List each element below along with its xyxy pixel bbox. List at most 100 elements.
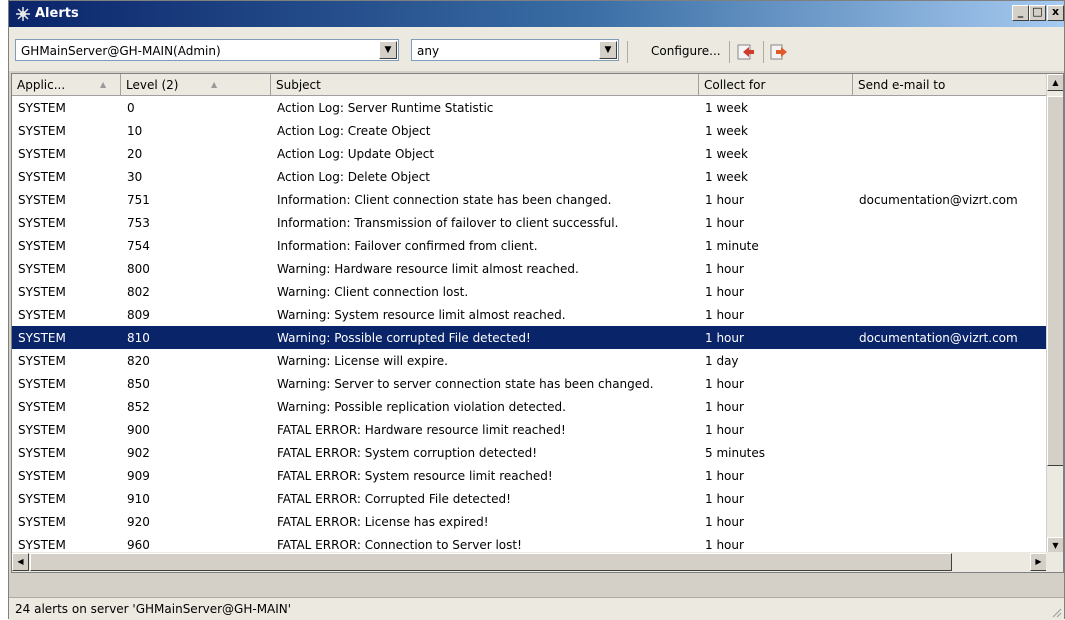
configure-button[interactable]: Configure...	[651, 44, 721, 58]
maximize-button[interactable]: □	[1029, 5, 1046, 21]
cell-send-email	[853, 349, 1047, 372]
table-row[interactable]: SYSTEM 900 FATAL ERROR: Hardware resource …	[12, 418, 1047, 441]
cell-subject: Warning: Possible corrupted File detecte…	[277, 331, 531, 345]
cell-send-email	[853, 234, 1047, 257]
status-bar: 24 alerts on server 'GHMainServer@GH-MAI…	[9, 597, 1064, 620]
cell-send-email	[853, 119, 1047, 142]
disconnect-icon[interactable]	[769, 42, 789, 62]
cell-collect-for: 1 hour	[705, 423, 744, 437]
cell-level: 20	[127, 147, 143, 161]
scroll-right-icon[interactable]: ▶	[1030, 553, 1047, 571]
cell-collect-for: 1 hour	[705, 331, 744, 345]
scroll-left-icon[interactable]: ◀	[12, 553, 29, 571]
scroll-up-icon[interactable]: ▲	[1047, 74, 1063, 91]
cell-collect-for: 1 week	[705, 170, 748, 184]
table-row[interactable]: SYSTEM 810 Warning: Possible corrupted Fil…	[12, 326, 1047, 349]
close-button[interactable]: x	[1047, 5, 1064, 21]
cell-send-email	[853, 280, 1047, 303]
toolbar: GHMainServer@GH-MAIN(Admin) ▼ any ▼ Conf…	[9, 27, 1064, 71]
table-row[interactable]: SYSTEM 920 FATAL ERROR: License has expire…	[12, 510, 1047, 533]
cell-subject: Warning: Server to server connection sta…	[277, 377, 654, 391]
cell-application: SYSTEM	[18, 469, 66, 483]
cell-send-email	[853, 510, 1047, 533]
table-row[interactable]: SYSTEM 10 Action Log: Create Object 1 week	[12, 119, 1047, 142]
alerts-window: Alerts _ □ x GHMainServer@GH-MAIN(Admin)…	[8, 0, 1065, 620]
table-row[interactable]: SYSTEM 852 Warning: Possible replication v…	[12, 395, 1047, 418]
toolbar-separator	[729, 41, 730, 63]
cell-collect-for: 1 hour	[705, 262, 744, 276]
cell-send-email	[853, 441, 1047, 464]
table-row[interactable]: SYSTEM 753 Information: Transmission of fa…	[12, 211, 1047, 234]
horizontal-scroll-thumb[interactable]	[30, 553, 952, 571]
cell-level: 909	[127, 469, 150, 483]
cell-subject: FATAL ERROR: System corruption detected!	[277, 446, 538, 460]
cell-subject: Information: Transmission of failover to…	[277, 216, 619, 230]
table-row[interactable]: SYSTEM 800 Warning: Hardware resource limi…	[12, 257, 1047, 280]
column-header-level[interactable]: Level (2) ▲	[121, 74, 271, 96]
column-header-send-email[interactable]: Send e-mail to	[853, 74, 1047, 96]
cell-subject: Warning: Hardware resource limit almost …	[277, 262, 579, 276]
status-text: 24 alerts on server 'GHMainServer@GH-MAI…	[15, 602, 292, 616]
chevron-down-icon[interactable]: ▼	[599, 41, 617, 59]
scrollbar-corner	[1046, 552, 1063, 572]
connect-icon[interactable]	[736, 42, 756, 62]
toolbar-separator	[627, 41, 628, 63]
table-row[interactable]: SYSTEM 802 Warning: Client connection lost…	[12, 280, 1047, 303]
cell-subject: FATAL ERROR: License has expired!	[277, 515, 489, 529]
cell-subject: Warning: Client connection lost.	[277, 285, 469, 299]
cell-collect-for: 1 hour	[705, 216, 744, 230]
table-row[interactable]: SYSTEM 902 FATAL ERROR: System corruption …	[12, 441, 1047, 464]
sort-asc-icon: ▲	[100, 80, 107, 89]
cell-level: 802	[127, 285, 150, 299]
cell-collect-for: 1 week	[705, 101, 748, 115]
cell-collect-for: 1 hour	[705, 492, 744, 506]
table-row[interactable]: SYSTEM 910 FATAL ERROR: Corrupted File det…	[12, 487, 1047, 510]
cell-send-email	[853, 418, 1047, 441]
horizontal-scrollbar[interactable]: ◀ ▶	[12, 552, 1047, 572]
title-bar[interactable]: Alerts _ □ x	[9, 1, 1064, 27]
cell-level: 754	[127, 239, 150, 253]
cell-application: SYSTEM	[18, 377, 66, 391]
alerts-table[interactable]: Applic... ▲ Level (2) ▲ Subject Collect …	[11, 73, 1064, 573]
cell-application: SYSTEM	[18, 400, 66, 414]
resize-grip-icon[interactable]	[1050, 606, 1062, 618]
table-row[interactable]: SYSTEM 0 Action Log: Server Runtime Statis…	[12, 96, 1047, 119]
table-row[interactable]: SYSTEM 20 Action Log: Update Object 1 week	[12, 142, 1047, 165]
table-row[interactable]: SYSTEM 850 Warning: Server to server conne…	[12, 372, 1047, 395]
column-header-application[interactable]: Applic... ▲	[12, 74, 121, 96]
cell-application: SYSTEM	[18, 170, 66, 184]
cell-collect-for: 1 hour	[705, 377, 744, 391]
table-row[interactable]: SYSTEM 820 Warning: License will expire. 1 …	[12, 349, 1047, 372]
table-row[interactable]: SYSTEM 809 Warning: System resource limit …	[12, 303, 1047, 326]
cell-send-email	[853, 487, 1047, 510]
table-row[interactable]: SYSTEM 751 Information: Client connection …	[12, 188, 1047, 211]
table-header: Applic... ▲ Level (2) ▲ Subject Collect …	[12, 74, 1047, 96]
level-filter-select[interactable]: any ▼	[411, 39, 619, 61]
cell-level: 0	[127, 101, 135, 115]
cell-application: SYSTEM	[18, 308, 66, 322]
window-title: Alerts	[35, 6, 79, 21]
table-row[interactable]: SYSTEM 754 Information: Failover confirmed…	[12, 234, 1047, 257]
chevron-down-icon[interactable]: ▼	[379, 41, 397, 59]
cell-send-email	[853, 303, 1047, 326]
cell-application: SYSTEM	[18, 124, 66, 138]
cell-subject: Action Log: Update Object	[277, 147, 435, 161]
cell-subject: Action Log: Delete Object	[277, 170, 431, 184]
cell-level: 902	[127, 446, 150, 460]
cell-subject: Action Log: Create Object	[277, 124, 431, 138]
cell-level: 920	[127, 515, 150, 529]
column-header-collect-for[interactable]: Collect for	[699, 74, 853, 96]
cell-subject: Action Log: Server Runtime Statistic	[277, 101, 494, 115]
cell-send-email	[853, 395, 1047, 418]
cell-send-email	[853, 372, 1047, 395]
server-select[interactable]: GHMainServer@GH-MAIN(Admin) ▼	[15, 39, 399, 61]
vertical-scroll-thumb[interactable]	[1047, 96, 1063, 466]
vertical-scrollbar[interactable]: ▲ ▼	[1046, 74, 1063, 554]
cell-application: SYSTEM	[18, 515, 66, 529]
table-row[interactable]: SYSTEM 909 FATAL ERROR: System resource li…	[12, 464, 1047, 487]
cell-collect-for: 1 minute	[705, 239, 759, 253]
table-body: SYSTEM 0 Action Log: Server Runtime Statis…	[12, 96, 1047, 556]
minimize-button[interactable]: _	[1012, 5, 1029, 21]
table-row[interactable]: SYSTEM 30 Action Log: Delete Object 1 week	[12, 165, 1047, 188]
column-header-subject[interactable]: Subject	[271, 74, 699, 96]
